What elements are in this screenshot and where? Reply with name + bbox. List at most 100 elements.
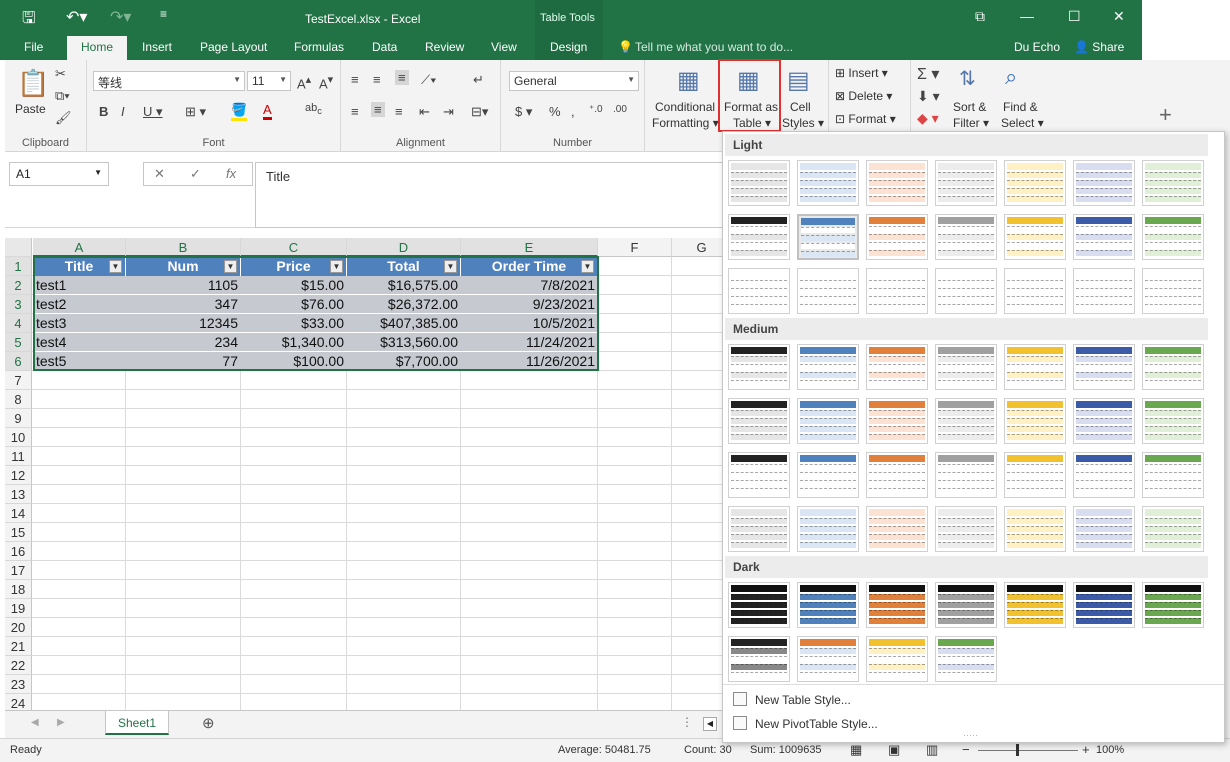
table-style-dark[interactable]	[728, 582, 790, 628]
table-style-medium[interactable]	[728, 398, 790, 444]
font-name-combo[interactable]: 等线 ▼	[93, 71, 245, 91]
table-style-light[interactable]	[797, 268, 859, 314]
table-style-medium[interactable]	[728, 452, 790, 498]
zoom-slider[interactable]	[978, 750, 1078, 751]
table-style-light[interactable]	[1073, 268, 1135, 314]
resize-grip-icon[interactable]: ·····	[963, 730, 978, 740]
insert-function-icon[interactable]: fx	[226, 166, 236, 181]
share-button[interactable]: 👤 Share	[1074, 40, 1124, 54]
table-style-medium[interactable]	[1142, 344, 1204, 390]
table-style-light[interactable]	[935, 214, 997, 260]
wrap-text-icon[interactable]: ↵	[473, 72, 484, 88]
table-style-light[interactable]	[1004, 214, 1066, 260]
comma-icon[interactable]: ,	[571, 104, 575, 119]
undo-icon[interactable]: ↶▾	[66, 7, 87, 27]
row-header[interactable]: 24	[5, 694, 32, 710]
minimize-icon[interactable]: —	[1020, 8, 1034, 24]
table-style-medium[interactable]	[866, 452, 928, 498]
table-style-light[interactable]	[1004, 160, 1066, 206]
enter-icon[interactable]: ✓	[190, 166, 201, 182]
row-header[interactable]: 3	[5, 295, 32, 314]
align-left-icon[interactable]: ≡	[351, 104, 359, 119]
clear-icon[interactable]: ◆ ▾	[917, 110, 939, 127]
table-style-medium[interactable]	[797, 398, 859, 444]
paste-button[interactable]: Paste	[15, 102, 46, 116]
table-style-light[interactable]	[797, 160, 859, 206]
tab-home[interactable]: Home	[67, 36, 128, 60]
ribbon-display-icon[interactable]: ⧉	[975, 8, 985, 25]
bold-icon[interactable]: B	[99, 104, 108, 119]
row-header[interactable]: 10	[5, 428, 32, 447]
table-style-light[interactable]	[797, 214, 859, 260]
table-style-light[interactable]	[728, 160, 790, 206]
table-style-medium[interactable]	[1142, 506, 1204, 552]
borders-icon[interactable]: ⊞ ▾	[185, 104, 206, 120]
format-painter-icon[interactable]: 🖌	[55, 110, 72, 126]
table-style-dark[interactable]	[866, 582, 928, 628]
italic-icon[interactable]: I	[121, 104, 125, 119]
table-style-medium[interactable]	[1004, 452, 1066, 498]
table-style-medium[interactable]	[1004, 344, 1066, 390]
worksheet-grid[interactable]: ABCDEFG 1 2 3 4 5 6 7 8 9 10 11 12 13 14 15 16 17 18 19 20 2…	[5, 238, 722, 710]
tab-design[interactable]: Design	[550, 40, 587, 54]
insert-cells-button[interactable]: ⊞ Insert ▾	[835, 66, 888, 80]
underline-icon[interactable]: U ▾	[143, 104, 163, 120]
table-style-light[interactable]	[1004, 268, 1066, 314]
scroll-left-icon[interactable]: ◀	[703, 717, 717, 731]
new-table-style-button[interactable]: New Table Style...	[755, 693, 851, 707]
font-size-combo[interactable]: 11 ▼	[247, 71, 291, 91]
table-style-medium[interactable]	[935, 506, 997, 552]
row-header[interactable]: 18	[5, 580, 32, 599]
increase-decimal-icon[interactable]: ⁺.0	[589, 104, 603, 115]
table-style-medium[interactable]	[935, 398, 997, 444]
table-style-light[interactable]	[866, 268, 928, 314]
table-style-light[interactable]	[728, 268, 790, 314]
table-style-dark[interactable]	[1073, 582, 1135, 628]
row-header[interactable]: 15	[5, 523, 32, 542]
sort-filter-icon[interactable]: ⇅	[959, 66, 976, 91]
zoom-in-icon[interactable]: +	[1082, 742, 1090, 757]
autosum-icon[interactable]: Σ ▾	[917, 64, 939, 84]
redo-icon[interactable]: ↷▾	[110, 7, 131, 27]
table-style-light[interactable]	[935, 160, 997, 206]
column-header-g[interactable]: G	[672, 238, 722, 257]
find-select-button[interactable]: Select ▾	[1001, 116, 1044, 130]
table-style-medium[interactable]	[797, 506, 859, 552]
save-icon[interactable]: 🖫	[22, 7, 36, 34]
align-middle-icon[interactable]: ≡	[373, 72, 381, 87]
find-label[interactable]: Find &	[1003, 100, 1038, 114]
table-style-dark[interactable]	[935, 636, 997, 682]
column-header-c[interactable]: C	[241, 238, 347, 257]
row-header[interactable]: 5	[5, 333, 32, 352]
row-header[interactable]: 4	[5, 314, 32, 333]
copy-icon[interactable]: ⧉▾	[55, 88, 70, 104]
table-style-dark[interactable]	[728, 636, 790, 682]
table-style-light[interactable]	[1073, 160, 1135, 206]
prev-sheet-icon[interactable]: ◀	[31, 717, 39, 728]
formatting-label[interactable]: Formatting ▾	[652, 116, 719, 130]
find-select-icon[interactable]: ⌕	[1005, 64, 1017, 90]
row-header[interactable]: 17	[5, 561, 32, 580]
page-layout-view-icon[interactable]: ▣	[888, 742, 900, 758]
tab-review[interactable]: Review	[425, 40, 464, 54]
table-style-medium[interactable]	[1142, 398, 1204, 444]
new-sheet-icon[interactable]: ⊕	[202, 714, 215, 732]
new-pivot-style-button[interactable]: New PivotTable Style...	[755, 717, 878, 731]
tell-me-box[interactable]: Tell me what you want to do...	[635, 40, 793, 54]
row-header[interactable]: 2	[5, 276, 32, 295]
table-style-light[interactable]	[935, 268, 997, 314]
cell-styles-icon[interactable]: ▤	[787, 66, 810, 95]
row-header[interactable]: 16	[5, 542, 32, 561]
fill-icon[interactable]: ⬇ ▾	[917, 88, 940, 105]
table-style-light[interactable]	[866, 160, 928, 206]
zoom-thumb[interactable]	[1016, 744, 1019, 756]
format-cells-button[interactable]: ⊡ Format ▾	[835, 112, 896, 126]
table-style-dark[interactable]	[797, 582, 859, 628]
sort-filter-button[interactable]: Filter ▾	[953, 116, 989, 130]
column-header-e[interactable]: E	[461, 238, 598, 257]
align-center-icon[interactable]: ≡	[371, 102, 385, 117]
number-format-combo[interactable]: General ▼	[509, 71, 639, 91]
table-style-light[interactable]	[866, 214, 928, 260]
table-style-dark[interactable]	[1004, 582, 1066, 628]
paste-icon[interactable]: 📋	[17, 68, 49, 99]
